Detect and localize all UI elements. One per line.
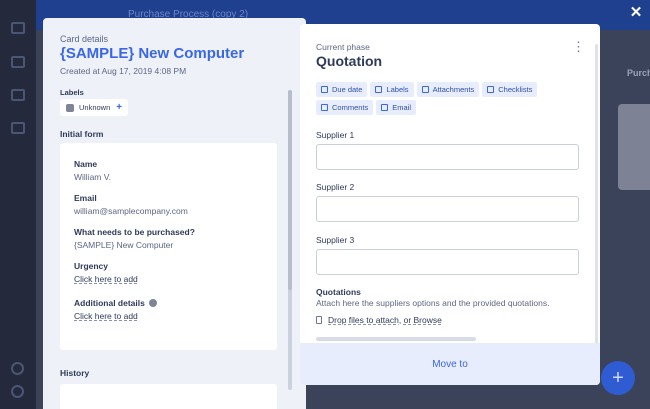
label-color-swatch [66,103,74,112]
robot-icon[interactable] [11,122,25,134]
app-sidebar [0,0,36,409]
dashboard-icon[interactable] [11,22,25,34]
truncated-field [316,337,476,341]
add-label-button[interactable]: + [116,102,122,113]
created-at: Created at Aug 17, 2019 4:08 PM [60,66,187,76]
field-label: What needs to be purchased? [74,227,195,237]
initial-form-title: Initial form [60,129,104,139]
drop-files-link[interactable]: Drop files to attach, or Browse [316,315,442,325]
comments-button[interactable]: Comments [316,100,374,115]
field-purchase-item: What needs to be purchased? {SAMPLE} New… [74,227,195,250]
field-value: william@samplecompany.com [74,206,188,216]
comment-icon [321,104,328,111]
field-value: William V. [74,172,111,182]
urgency-add-link[interactable]: Click here to add [74,274,138,284]
add-card-button[interactable]: + [601,361,635,395]
card-title[interactable]: {SAMPLE} New Computer [60,45,244,62]
history-card [60,384,277,409]
card-details-panel: Card details {SAMPLE} New Computer Creat… [43,18,306,409]
column-title: Purch [627,68,650,78]
calendar-icon [321,86,328,93]
field-urgency: Urgency Click here to add [74,261,138,284]
supplier-3-input[interactable] [316,249,579,275]
mail-icon [381,104,389,111]
tag-icon [375,86,383,93]
chip-label: Due date [332,85,363,94]
field-additional-details: Additional details Click here to add [74,298,157,321]
current-phase-panel: Current phase Quotation ⋮ Due date Label… [300,24,600,385]
move-to-button[interactable]: Move to [300,343,600,385]
label-chip[interactable]: Unknown + [60,99,128,116]
help-icon[interactable] [11,362,24,375]
paperclip-icon [316,316,322,324]
checklist-icon [487,86,495,93]
left-scrollbar-thumb[interactable] [288,90,292,290]
chip-label: Checklists [498,85,533,94]
drop-files-text: Drop files to attach, or Browse [328,315,442,325]
phase-title: Quotation [316,53,383,69]
labels-title: Labels [60,88,84,97]
initial-form-card: Name William V. Email william@samplecomp… [60,143,277,350]
user-icon[interactable] [11,385,24,398]
field-label: Urgency [74,261,109,271]
email-button[interactable]: Email [376,100,417,115]
current-phase-label: Current phase [316,42,370,52]
field-label: Additional details [74,298,157,308]
more-options-icon[interactable]: ⋮ [572,40,585,60]
chip-label: Comments [332,103,369,112]
field-label-text: Additional details [74,298,145,308]
info-icon[interactable] [148,299,157,307]
supplier-1-label: Supplier 1 [316,130,355,140]
quotations-title: Quotations [316,287,361,297]
supplier-2-input[interactable] [316,196,579,222]
due-date-button[interactable]: Due date [316,82,368,97]
supplier-3-label: Supplier 3 [316,235,355,245]
labels-button[interactable]: Labels [370,82,414,97]
right-scrollbar[interactable] [595,44,598,344]
quotations-description: Attach here the suppliers options and th… [316,298,550,308]
field-value: {SAMPLE} New Computer [74,240,174,250]
list-icon[interactable] [11,56,25,68]
paperclip-icon [421,86,429,93]
additional-details-add-link[interactable]: Click here to add [74,311,157,321]
field-label: Email [74,193,97,203]
supplier-1-input[interactable] [316,144,579,170]
field-name: Name William V. [74,159,111,182]
close-icon[interactable]: ✕ [627,4,645,22]
supplier-2-label: Supplier 2 [316,182,355,192]
checklists-button[interactable]: Checklists [482,82,538,97]
history-title: History [60,368,90,378]
database-icon[interactable] [11,89,25,101]
card-details-label: Card details [60,34,109,44]
left-scrollbar[interactable] [288,90,292,390]
field-label: Name [74,159,98,169]
chip-label: Labels [386,85,409,94]
chip-label: Attachments [432,85,475,94]
board-card [618,104,650,190]
attachments-button[interactable]: Attachments [416,82,480,97]
field-email: Email william@samplecompany.com [74,193,188,216]
chip-label: Email [392,103,412,112]
action-chips: Due date Labels Attachments Checklists C… [316,82,586,115]
label-chip-text: Unknown [79,103,111,112]
